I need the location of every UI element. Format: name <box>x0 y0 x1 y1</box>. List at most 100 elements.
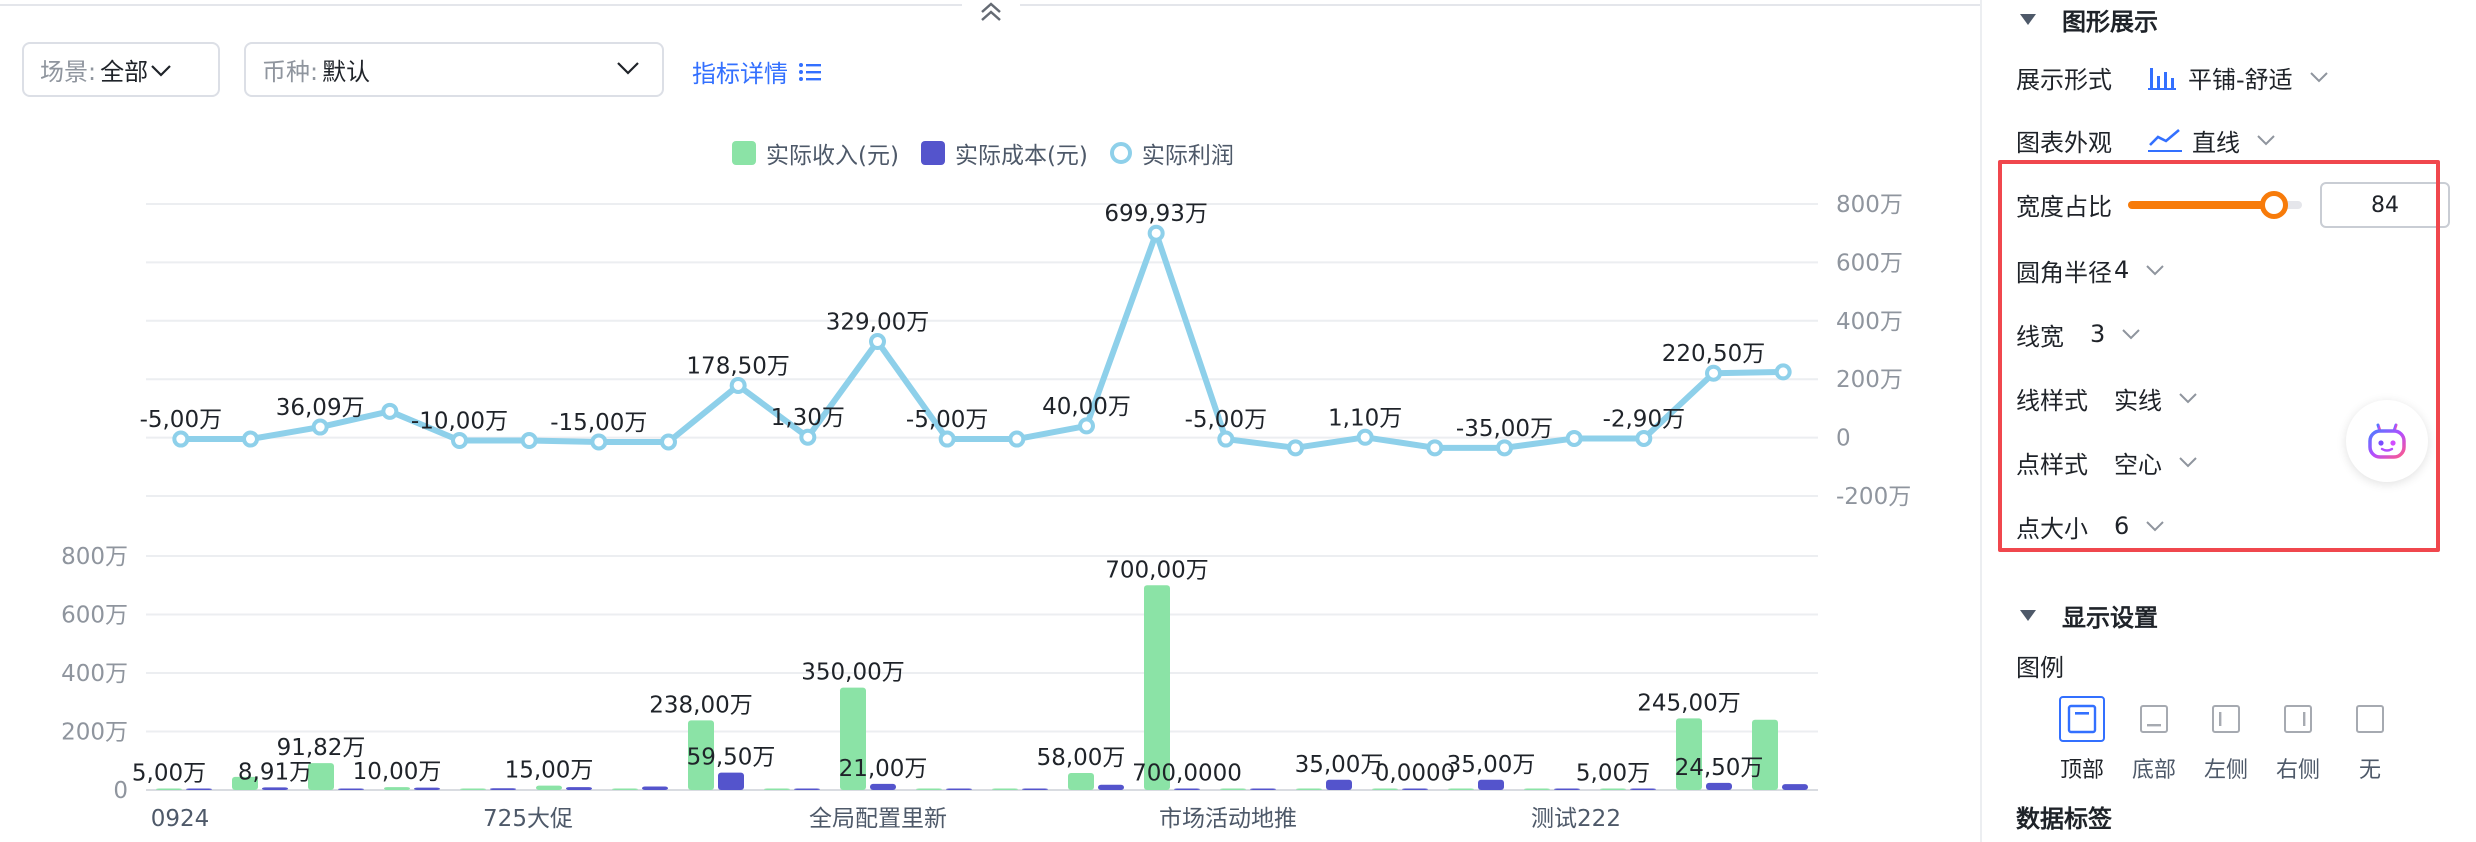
line-width-row: 线宽 3 <box>2016 314 2141 354</box>
profit-point <box>1287 439 1304 457</box>
profit-point <box>1705 364 1722 382</box>
revenue-bar <box>1296 788 1322 790</box>
line-style-select[interactable]: 实线 <box>2114 381 2198 416</box>
chevron-down-icon <box>2179 457 2197 468</box>
chevron-down-icon <box>2257 135 2275 146</box>
profit-point-label: 178,50万 <box>686 353 789 379</box>
cost-bar <box>1022 788 1048 790</box>
x-category-label: 725大促 <box>483 806 573 832</box>
caret-down-icon <box>2020 610 2036 621</box>
line-style-value: 实线 <box>2114 386 2162 415</box>
point-style-select[interactable]: 空心 <box>2114 445 2198 480</box>
legend-position-left-label: 左侧 <box>2203 758 2248 783</box>
bar-y-tick-label: 200万 <box>61 720 128 746</box>
chart-look-select[interactable]: 直线 <box>2148 123 2276 158</box>
revenue-bar-label: 15,00万 <box>505 758 594 784</box>
point-style-row: 点样式 空心 <box>2016 442 2198 482</box>
revenue-bar-label: 350,00万 <box>801 660 904 686</box>
display-section-header[interactable]: 显示设置 <box>2020 598 2158 633</box>
profit-point-label: 40,00万 <box>1042 394 1131 420</box>
cost-bar-label: 0,0000 <box>1375 761 1455 787</box>
line-style-label: 线样式 <box>2016 386 2088 415</box>
profit-point-label: 329,00万 <box>826 310 929 336</box>
profit-point <box>172 430 190 448</box>
profit-point <box>729 376 747 394</box>
corner-radius-select[interactable]: 4 <box>2114 256 2165 284</box>
revenue-bar-label: 58,00万 <box>1037 745 1126 771</box>
data-label-row: 数据标签 <box>2016 796 2112 836</box>
robot-icon <box>2368 423 2406 459</box>
cost-bar <box>718 772 744 790</box>
revenue-bar-label: 245,00万 <box>1637 690 1740 716</box>
legend-position-top-label: 顶部 <box>2059 758 2104 783</box>
legend-position-bottom[interactable]: 底部 <box>2124 696 2184 784</box>
legend-position-left[interactable]: 左侧 <box>2196 696 2256 784</box>
point-style-label: 点样式 <box>2016 450 2088 479</box>
chevron-down-icon <box>2309 72 2328 83</box>
point-size-value: 6 <box>2114 512 2130 540</box>
width-ratio-row: 宽度占比 <box>2016 184 2114 224</box>
chart-workspace: 场景: 全部 币种: 默认 指标详情 实际收入(元) 实际成本(元) 实际利润 … <box>0 0 1980 842</box>
width-ratio-slider[interactable] <box>2128 191 2302 219</box>
cost-bar <box>1174 788 1200 790</box>
revenue-bar-label: 10,00万 <box>353 759 442 785</box>
cost-bar <box>338 788 364 790</box>
cost-bar-label: 59,50万 <box>687 745 776 771</box>
display-form-row: 展示形式 平铺-舒适 <box>2016 57 2329 97</box>
revenue-bar-label: 238,00万 <box>649 692 752 718</box>
cost-bar <box>1782 784 1808 790</box>
legend-position-right-label: 右侧 <box>2275 758 2320 783</box>
chevron-down-icon <box>2146 265 2164 276</box>
revenue-bar <box>1600 788 1626 790</box>
width-ratio-slider-thumb[interactable] <box>2260 191 2289 219</box>
profit-point-label: 1,30万 <box>771 405 845 431</box>
revenue-bar-label: 5,00万 <box>132 761 206 787</box>
line-width-label: 线宽 <box>2016 322 2064 351</box>
legend-position-none-label: 无 <box>2358 758 2381 783</box>
profit-point-label: 699,93万 <box>1104 201 1207 227</box>
line-width-select[interactable]: 3 <box>2090 320 2141 348</box>
ai-assistant-button[interactable] <box>2346 400 2428 482</box>
x-category-label: 全局配置里新 <box>809 806 947 832</box>
width-ratio-input[interactable]: 84 <box>2320 182 2450 228</box>
legend-position-top[interactable]: 顶部 <box>2052 696 2112 784</box>
chart-look-row: 图表外观 直线 <box>2016 120 2276 160</box>
profit-point <box>1356 428 1374 446</box>
display-form-label: 展示形式 <box>2016 65 2112 94</box>
revenue-bar <box>536 785 562 790</box>
profit-point <box>660 433 677 451</box>
cost-bar-label: 24,50万 <box>1675 755 1764 781</box>
revenue-bar <box>764 788 790 790</box>
graph-section-header[interactable]: 图形展示 <box>2020 2 2158 37</box>
line-y-tick-label: 600万 <box>1836 250 1903 276</box>
cost-bar <box>490 788 516 790</box>
line-width-value: 3 <box>2090 320 2106 348</box>
chevron-down-icon <box>2146 521 2164 532</box>
cost-bar <box>566 787 592 790</box>
combo-chart: 800万 600万 400万 200万 0 -200万 800万 600万 400万 200万 0… <box>61 192 1911 832</box>
display-form-select[interactable]: 平铺-舒适 <box>2148 60 2329 95</box>
revenue-bar <box>916 788 942 790</box>
revenue-bar-label: 5,00万 <box>1576 761 1650 787</box>
profit-point <box>311 418 329 436</box>
width-ratio-slider-fill <box>2128 201 2275 209</box>
cost-bar <box>946 788 972 790</box>
point-size-row: 点大小 6 <box>2016 506 2165 546</box>
point-size-select[interactable]: 6 <box>2114 512 2165 540</box>
cost-bar <box>1098 784 1124 790</box>
corner-radius-row: 圆角半径 4 <box>2016 250 2165 290</box>
revenue-bar <box>612 788 638 790</box>
cost-bar <box>1554 788 1580 790</box>
chart-look-label: 图表外观 <box>2016 128 2112 157</box>
cost-bar <box>870 783 896 790</box>
cost-bar <box>1630 788 1656 790</box>
legend-position-right[interactable]: 右侧 <box>2268 696 2328 784</box>
bar-y-tick-label: 0 <box>113 778 128 804</box>
caret-down-icon <box>2020 14 2036 25</box>
cost-bar <box>186 788 212 790</box>
revenue-bar <box>1068 773 1094 790</box>
width-ratio-value: 84 <box>2371 192 2399 218</box>
bar-y-tick-label: 400万 <box>61 661 128 687</box>
legend-setting-label: 图例 <box>2016 653 2064 682</box>
legend-position-none[interactable]: 无 <box>2340 696 2400 784</box>
